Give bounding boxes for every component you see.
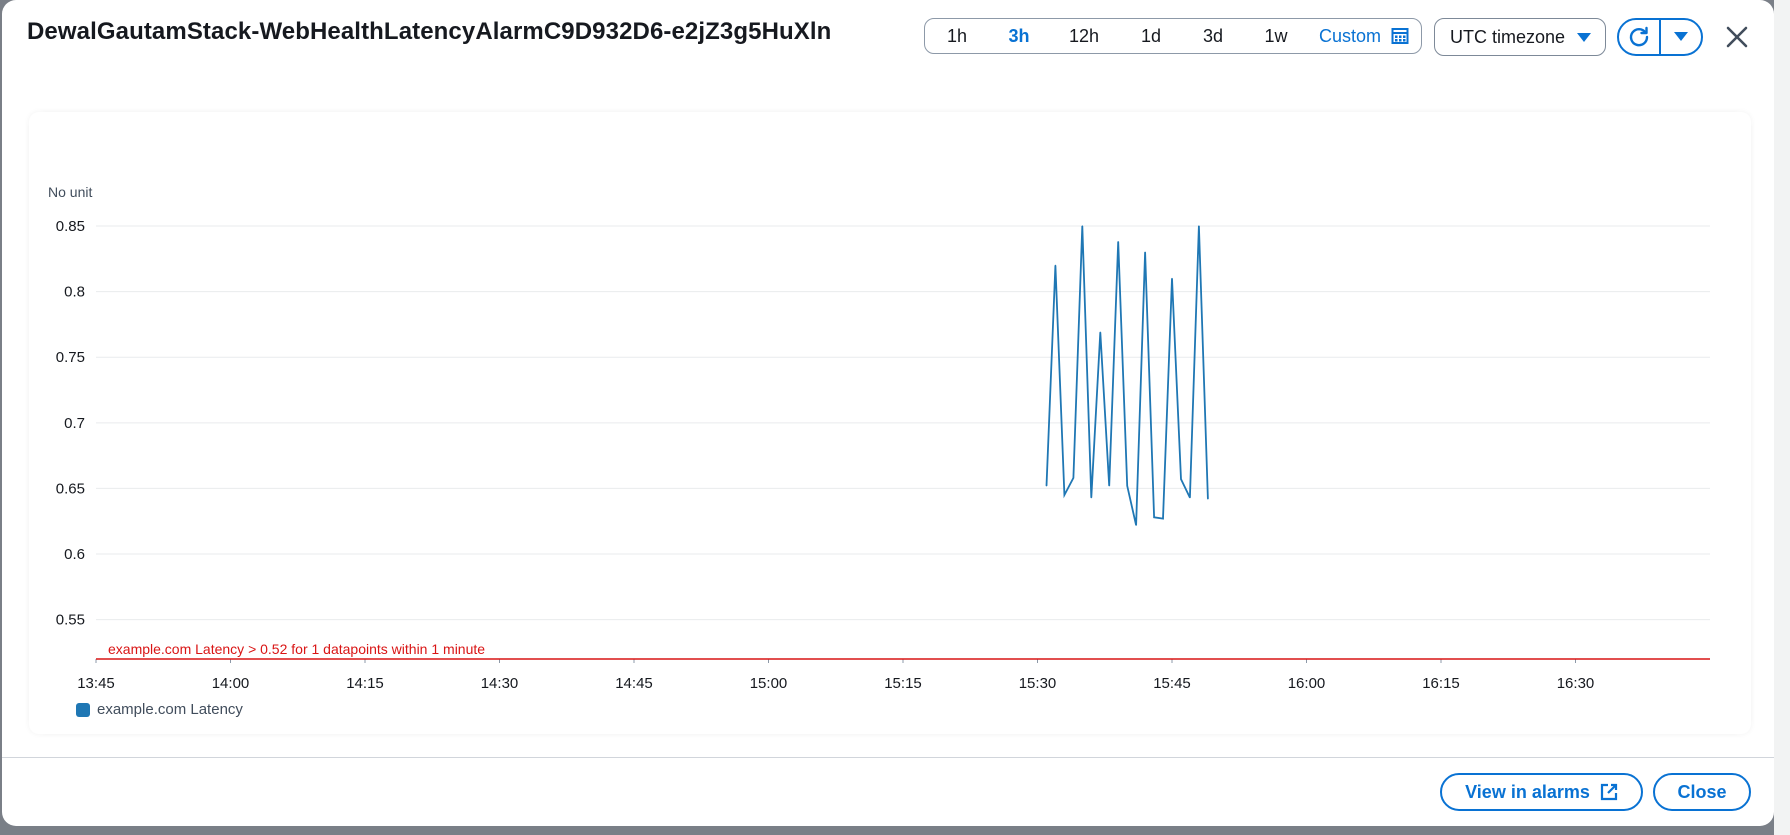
y-tick-label: 0.85 [56, 218, 85, 235]
x-tick-label: 15:00 [750, 675, 788, 692]
data-point [1162, 518, 1164, 520]
x-tick-label: 16:15 [1422, 675, 1460, 692]
y-tick-label: 0.8 [64, 284, 85, 301]
threshold-label: example.com Latency > 0.52 for 1 datapoi… [108, 641, 485, 657]
view-in-alarms-button[interactable]: View in alarms [1440, 773, 1643, 811]
x-tick-label: 14:15 [346, 675, 384, 692]
close-button-label: Close [1677, 781, 1727, 802]
y-tick-label: 0.55 [56, 612, 85, 629]
latency-line-chart: No unit 0.85 0.8 0.75 0.7 0.65 0.6 0.55 13:45 14:… [48, 184, 1710, 692]
x-tick-label: 13:45 [77, 675, 115, 692]
y-tick-label: 0.65 [56, 480, 85, 497]
data-point [1072, 477, 1074, 479]
data-point [1063, 494, 1065, 496]
data-point [1117, 241, 1119, 243]
data-point [1171, 277, 1173, 280]
series-line-latency [1045, 225, 1209, 526]
x-tick-label: 16:30 [1557, 675, 1595, 692]
x-tick-label: 15:15 [884, 675, 922, 692]
footer-divider [2, 757, 1774, 758]
data-point [1135, 524, 1137, 526]
y-tick-label: 0.75 [56, 349, 85, 366]
x-tick-label: 15:30 [1019, 675, 1057, 692]
x-tick-label: 16:00 [1288, 675, 1326, 692]
x-tick-label: 15:45 [1153, 675, 1191, 692]
y-tick-label: 0.7 [64, 415, 85, 432]
data-point [1153, 516, 1155, 518]
data-point [1108, 485, 1110, 487]
y-tick-label: 0.6 [64, 546, 85, 563]
data-point [1054, 264, 1057, 266]
data-point [1099, 331, 1101, 333]
data-point [1081, 225, 1083, 227]
data-point [1198, 225, 1200, 227]
y-axis-unit-label: No unit [48, 184, 92, 200]
data-point [1045, 485, 1048, 487]
x-tick-label: 14:45 [615, 675, 653, 692]
alarm-detail-modal: DewalGautamStack-WebHealthLatencyAlarmC9… [2, 0, 1774, 826]
legend-swatch [76, 702, 90, 717]
data-point [1144, 251, 1146, 253]
legend-label: example.com Latency [97, 701, 243, 718]
background-page-strip [1774, 0, 1790, 835]
chart-legend: example.com Latency [76, 701, 243, 718]
data-point [1207, 498, 1209, 500]
close-button[interactable]: Close [1653, 773, 1751, 811]
x-tick-label: 14:30 [481, 675, 519, 692]
data-point [1189, 497, 1191, 499]
x-tick-label: 14:00 [212, 675, 250, 692]
data-point [1126, 485, 1128, 487]
data-point [1180, 478, 1182, 480]
data-point [1090, 497, 1092, 499]
view-in-alarms-label: View in alarms [1465, 781, 1590, 802]
external-link-icon [1600, 783, 1617, 801]
